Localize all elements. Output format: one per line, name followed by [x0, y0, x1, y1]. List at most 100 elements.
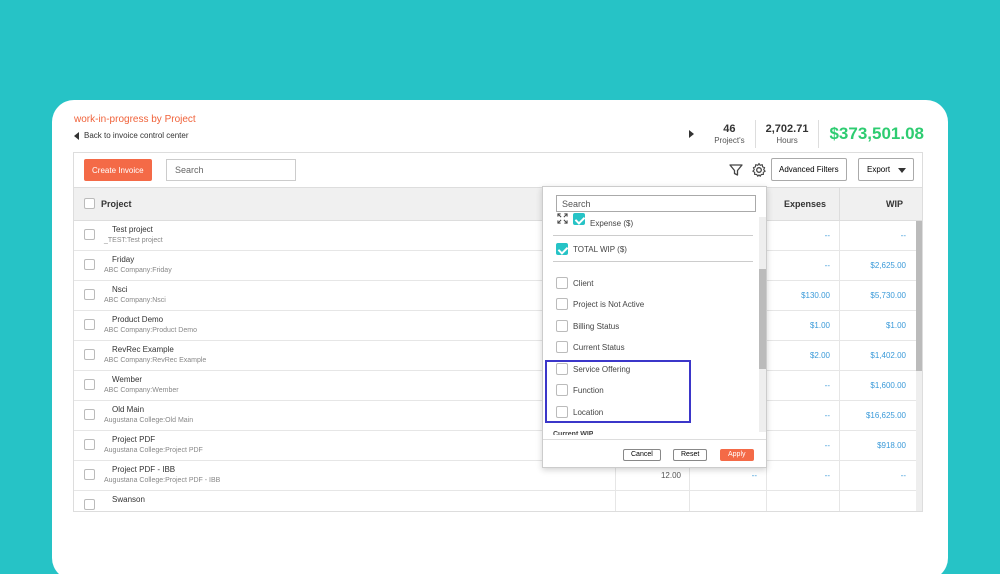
reset-button[interactable]: Reset [673, 449, 708, 461]
table-row[interactable]: Project PDF Augustana College:Project PD… [74, 431, 922, 461]
cancel-button[interactable]: Cancel [623, 449, 661, 461]
advanced-filters-button[interactable]: Advanced Filters [771, 158, 847, 181]
back-link[interactable]: Back to invoice control center [74, 131, 189, 140]
table-row[interactable]: Test project _TEST:Test project -- -- [74, 221, 922, 251]
column-option-billing-status[interactable]: Billing Status [556, 320, 619, 332]
column-divider [839, 188, 840, 221]
row-checkbox[interactable] [84, 499, 95, 510]
filter-icon[interactable] [728, 162, 744, 178]
export-button[interactable]: Export [858, 158, 914, 181]
project-name[interactable]: Nsci [112, 285, 128, 294]
checkbox-checked[interactable] [556, 243, 568, 255]
row-checkbox[interactable] [84, 229, 95, 240]
expenses-cell[interactable]: $2.00 [768, 341, 830, 371]
table-row[interactable]: Friday ABC Company:Friday -- $2,625.00 [74, 251, 922, 281]
column-header-project[interactable]: Project [101, 188, 132, 221]
scrollbar-thumb[interactable] [916, 221, 922, 371]
table-row[interactable]: Wember ABC Company:Wember -- $1,600.00 [74, 371, 922, 401]
project-name[interactable]: Friday [112, 255, 134, 264]
column-option-label: Expense ($) [590, 218, 634, 228]
table-row[interactable]: Nsci ABC Company:Nsci $130.00 $5,730.00 [74, 281, 922, 311]
expenses-cell[interactable]: -- [768, 431, 830, 461]
table-row[interactable]: Swanson [74, 491, 922, 511]
project-name[interactable]: Product Demo [112, 315, 163, 324]
expenses-cell[interactable]: $1.00 [768, 311, 830, 341]
highlight-box [545, 360, 691, 423]
project-name[interactable]: Wember [112, 375, 142, 384]
table-row[interactable]: Product Demo ABC Company:Product Demo $1… [74, 311, 922, 341]
expand-icon[interactable] [557, 213, 568, 224]
row-checkbox[interactable] [84, 319, 95, 330]
column-option-client[interactable]: Client [556, 277, 593, 289]
column-option-expense[interactable]: Expense ($) [573, 213, 634, 228]
expenses-cell[interactable]: -- [768, 221, 830, 251]
table-body: Test project _TEST:Test project -- -- Fr… [74, 221, 922, 511]
project-name[interactable]: Test project [112, 225, 153, 234]
table-row[interactable]: Old Main Augustana College:Old Main -- $… [74, 401, 922, 431]
table-header: Project Expenses WIP [74, 187, 922, 221]
row-checkbox[interactable] [84, 259, 95, 270]
dropdown-scrollbar[interactable] [759, 217, 766, 432]
expenses-cell[interactable]: $130.00 [768, 281, 830, 311]
row-checkbox[interactable] [84, 289, 95, 300]
expand-caret-icon[interactable] [689, 130, 695, 138]
project-path: Augustana College:Old Main [104, 417, 194, 424]
column-header-wip[interactable]: WIP [886, 188, 903, 221]
wip-cell[interactable]: $5,730.00 [840, 281, 906, 311]
column-option-current-status[interactable]: Current Status [556, 341, 625, 353]
column-option-project-not-active[interactable]: Project is Not Active [556, 298, 644, 310]
table-toolbar: Create Invoice Advanced Filters Export [74, 153, 922, 187]
project-path: Augustana College:Project PDF [104, 447, 203, 454]
projects-count: 46 [723, 123, 736, 135]
summary-stats: 46 Project's 2,702.71 Hours $373,501.08 [689, 120, 924, 148]
apply-button[interactable]: Apply [720, 449, 754, 461]
checkbox[interactable] [556, 341, 568, 353]
checkbox-checked[interactable] [573, 213, 585, 225]
expenses-cell[interactable]: -- [768, 461, 830, 491]
wip-cell[interactable]: $918.00 [840, 431, 906, 461]
search-input[interactable] [166, 159, 296, 181]
row-checkbox[interactable] [84, 409, 95, 420]
wip-cell[interactable]: $1.00 [840, 311, 906, 341]
table-row[interactable]: RevRec Example ABC Company:RevRec Exampl… [74, 341, 922, 371]
wip-cell[interactable]: -- [840, 221, 906, 251]
row-checkbox[interactable] [84, 469, 95, 480]
checkbox[interactable] [556, 320, 568, 332]
wip-cell[interactable]: -- [840, 461, 906, 491]
dropdown-footer: Cancel Reset Apply [543, 439, 766, 467]
checkbox[interactable] [556, 298, 568, 310]
project-path: ABC Company:Wember [104, 387, 179, 394]
row-checkbox[interactable] [84, 379, 95, 390]
project-name[interactable]: Project PDF [112, 435, 155, 444]
project-name[interactable]: Project PDF - IBB [112, 465, 175, 474]
chevron-down-icon [898, 168, 906, 173]
create-invoice-button[interactable]: Create Invoice [84, 159, 152, 181]
column-option-total-wip[interactable]: TOTAL WIP ($) [556, 243, 627, 255]
expenses-cell[interactable]: -- [768, 371, 830, 401]
project-name[interactable]: RevRec Example [112, 345, 174, 354]
expenses-cell[interactable]: -- [768, 251, 830, 281]
column-search-input[interactable] [556, 195, 756, 212]
gear-icon[interactable] [751, 162, 767, 178]
project-path: ABC Company:Product Demo [104, 327, 197, 334]
scrollbar-thumb[interactable] [759, 269, 766, 369]
column-option-label: TOTAL WIP ($) [573, 244, 627, 254]
wip-cell[interactable]: $1,402.00 [840, 341, 906, 371]
wip-cell[interactable]: $1,600.00 [840, 371, 906, 401]
table-scrollbar[interactable] [916, 221, 922, 511]
page-title: work-in-progress by Project [74, 114, 196, 125]
row-checkbox[interactable] [84, 439, 95, 450]
wip-cell[interactable]: $16,625.00 [840, 401, 906, 431]
checkbox[interactable] [556, 277, 568, 289]
column-header-expenses[interactable]: Expenses [784, 188, 826, 221]
table-row[interactable]: Project PDF - IBB Augustana College:Proj… [74, 461, 922, 491]
row-checkbox[interactable] [84, 349, 95, 360]
section-label: Current WIP [553, 431, 594, 435]
wip-cell[interactable]: $2,625.00 [840, 251, 906, 281]
main-card: work-in-progress by Project Back to invo… [52, 100, 948, 574]
select-all-checkbox[interactable] [84, 198, 95, 209]
project-name[interactable]: Swanson [112, 495, 145, 504]
project-path: ABC Company:Friday [104, 267, 172, 274]
expenses-cell[interactable]: -- [768, 401, 830, 431]
project-name[interactable]: Old Main [112, 405, 144, 414]
